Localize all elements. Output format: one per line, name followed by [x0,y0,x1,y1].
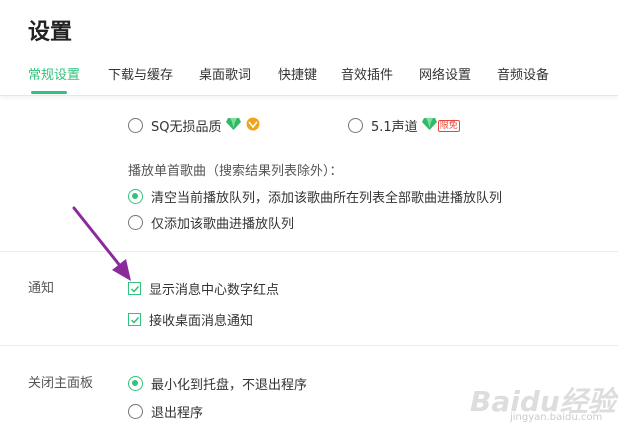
notify-desktop-checkbox[interactable] [128,313,141,326]
sq-lossless-label: SQ无损品质 [151,120,222,135]
notify-option-red-dot[interactable]: 显示消息中心数字红点 [128,279,279,298]
sq-lossless-option[interactable]: SQ无损品质 [128,116,261,135]
surround-option[interactable]: 5.1声道 限免 [348,116,460,135]
green-diamond-icon [225,117,241,134]
sq-lossless-radio[interactable] [128,118,143,133]
close-option-minimize-tray[interactable]: 最小化到托盘，不退出程序 [128,374,307,393]
settings-header: 设置 常规设置 下载与缓存 桌面歌词 快捷键 音效插件 网络设置 音频设备 [0,0,618,96]
notify-red-dot-checkbox[interactable] [128,282,141,295]
playback-replace-radio[interactable] [128,189,143,204]
notify-section-label: 通知 [28,281,55,296]
close-minimize-label: 最小化到托盘，不退出程序 [151,378,308,393]
close-panel-section-label: 关闭主面板 [28,376,94,391]
playback-option-add-single[interactable]: 仅添加该歌曲进播放队列 [128,213,294,232]
green-diamond-icon [421,117,437,134]
tab-download-cache[interactable]: 下载与缓存 [108,64,173,83]
playback-add-single-label: 仅添加该歌曲进播放队列 [151,217,295,232]
playback-heading: 播放单首歌曲（搜索结果列表除外）： [128,164,343,179]
close-option-exit[interactable]: 退出程序 [128,402,203,421]
tab-network[interactable]: 网络设置 [419,64,471,83]
vip-crown-icon [245,117,261,135]
playback-add-single-radio[interactable] [128,215,143,230]
surround-label: 5.1声道 [371,120,418,135]
close-exit-radio[interactable] [128,404,143,419]
close-minimize-radio[interactable] [128,376,143,391]
tab-audio-device[interactable]: 音频设备 [497,64,549,83]
tab-general-label: 常规设置 [28,68,81,83]
notify-desktop-label: 接收桌面消息通知 [149,314,254,329]
tab-desktop-lyrics[interactable]: 桌面歌词 [199,64,251,83]
page-title: 设置 [28,20,73,45]
limited-free-tag: 限免 [437,119,460,132]
baidu-watermark-url: jingyan.baidu.com [510,412,603,423]
active-tab-indicator [31,91,67,94]
notify-option-desktop[interactable]: 接收桌面消息通知 [128,310,253,329]
tab-shortcuts[interactable]: 快捷键 [278,64,317,83]
close-exit-label: 退出程序 [151,406,204,421]
notify-red-dot-label: 显示消息中心数字红点 [149,283,280,298]
tab-general[interactable]: 常规设置 [28,64,81,94]
tab-sound-plugins[interactable]: 音效插件 [341,64,393,83]
surround-radio[interactable] [348,118,363,133]
section-divider [0,251,618,252]
section-divider [0,345,618,346]
playback-replace-label: 清空当前播放队列，添加该歌曲所在列表全部歌曲进播放队列 [151,191,503,206]
playback-option-replace-queue[interactable]: 清空当前播放队列，添加该歌曲所在列表全部歌曲进播放队列 [128,187,502,206]
